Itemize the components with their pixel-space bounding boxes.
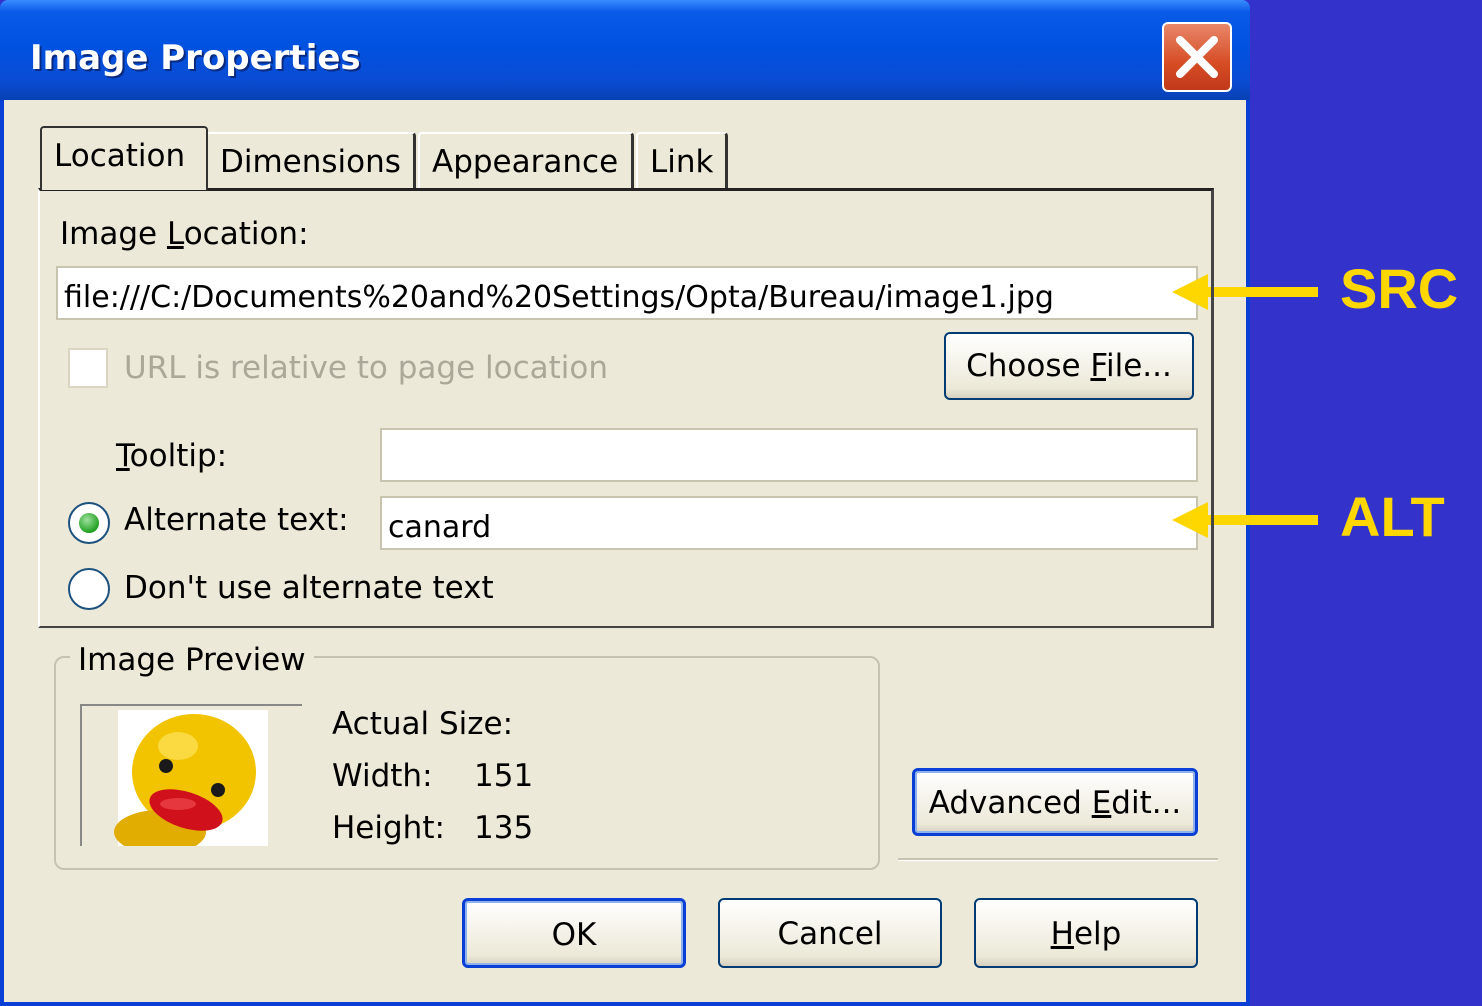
image-preview-title: Image Preview bbox=[70, 642, 314, 678]
tab-appearance[interactable]: Appearance bbox=[418, 132, 634, 188]
cancel-button[interactable]: Cancel bbox=[718, 898, 942, 968]
help-button[interactable]: Help bbox=[974, 898, 1198, 968]
close-button[interactable] bbox=[1162, 22, 1232, 92]
ok-button[interactable]: OK bbox=[462, 898, 686, 968]
height-value: 135 bbox=[474, 810, 534, 846]
tab-location[interactable]: Location bbox=[40, 126, 208, 190]
width-label: Width: bbox=[332, 758, 433, 794]
tab-dimensions-label: Dimensions bbox=[220, 144, 401, 180]
height-label: Height: bbox=[332, 810, 445, 846]
separator-line bbox=[898, 858, 1218, 861]
actual-size-label: Actual Size: bbox=[332, 706, 514, 742]
tab-link[interactable]: Link bbox=[636, 132, 728, 188]
image-preview-frame bbox=[80, 704, 302, 854]
tab-appearance-label: Appearance bbox=[432, 144, 619, 180]
alt-annotation: ALT bbox=[1340, 485, 1445, 548]
duck-image bbox=[114, 710, 268, 854]
tab-link-label: Link bbox=[650, 144, 714, 180]
title-bar[interactable]: Image Properties bbox=[0, 0, 1250, 100]
advanced-edit-button[interactable]: Advanced Edit... bbox=[912, 768, 1198, 836]
tab-dimensions[interactable]: Dimensions bbox=[206, 132, 416, 188]
window-title: Image Properties bbox=[30, 38, 361, 78]
width-value: 151 bbox=[474, 758, 534, 794]
close-icon bbox=[1176, 36, 1218, 78]
src-annotation: SRC bbox=[1340, 257, 1459, 320]
tab-location-label: Location bbox=[54, 138, 186, 174]
location-tab-panel bbox=[38, 188, 1214, 628]
